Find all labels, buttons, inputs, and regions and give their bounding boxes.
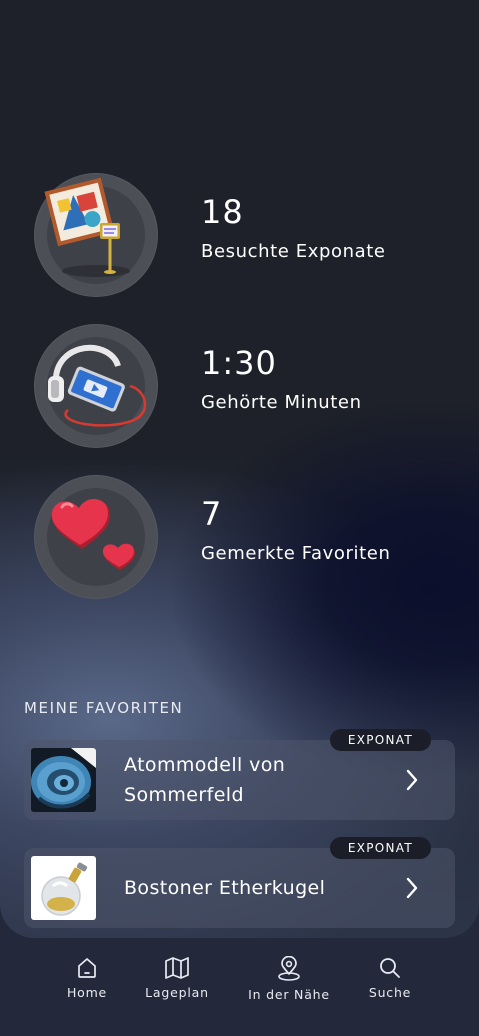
stat-value: 1:30 bbox=[201, 344, 277, 382]
tab-home[interactable]: Home bbox=[63, 956, 111, 1006]
tab-label: Lageplan bbox=[145, 985, 209, 1000]
stat-listened-minutes: 1:30 Gehörte Minuten bbox=[34, 324, 454, 448]
stat-saved-favorites: 7 Gemerkte Favoriten bbox=[34, 475, 454, 599]
favorite-card-ether-globe[interactable]: EXPONAT Bostoner Etherkugel bbox=[24, 837, 455, 928]
stat-label: Besuchte Exponate bbox=[201, 241, 386, 262]
exhibit-badge: EXPONAT bbox=[329, 837, 431, 859]
favorite-title: Atommodell von Sommerfeld bbox=[124, 750, 285, 810]
tab-lageplan[interactable]: Lageplan bbox=[140, 956, 214, 1006]
favorite-title-line: Sommerfeld bbox=[124, 784, 244, 806]
search-icon bbox=[380, 958, 400, 978]
chevron-right-icon[interactable] bbox=[405, 876, 419, 900]
stat-icon-circle bbox=[34, 173, 158, 297]
hearts-icon bbox=[51, 499, 135, 570]
ether-globe-thumbnail bbox=[31, 856, 96, 920]
tab-label: In der Nähe bbox=[248, 987, 330, 1002]
map-icon bbox=[165, 957, 189, 979]
atom-model-thumbnail bbox=[31, 748, 96, 812]
stat-label: Gemerkte Favoriten bbox=[201, 543, 391, 564]
tab-label: Suche bbox=[368, 985, 412, 1000]
favorite-title: Bostoner Etherkugel bbox=[124, 873, 325, 903]
favorite-title-line: Atommodell von bbox=[124, 754, 286, 776]
stat-icon-circle bbox=[34, 475, 158, 599]
tab-suche[interactable]: Suche bbox=[364, 956, 416, 1006]
favorite-title-line: Bostoner Etherkugel bbox=[124, 877, 326, 899]
stat-icon-circle bbox=[34, 324, 158, 448]
stats-screen: 18 Besuchte Exponate 1:30 Gehörte Minute… bbox=[0, 0, 479, 938]
favorites-section-title: MEINE FAVORITEN bbox=[24, 699, 184, 717]
location-pin-icon bbox=[278, 956, 300, 981]
stat-value: 18 bbox=[201, 193, 244, 231]
bottom-tab-bar: Home Lageplan In der Nähe Suche bbox=[0, 938, 479, 1036]
home-icon bbox=[78, 958, 96, 978]
tab-label: Home bbox=[66, 985, 108, 1000]
headphones-tablet-icon bbox=[48, 344, 147, 427]
favorite-card-atom-model[interactable]: EXPONAT Atommodell von Sommerfeld bbox=[24, 729, 455, 820]
chevron-right-icon[interactable] bbox=[405, 768, 419, 792]
stat-label: Gehörte Minuten bbox=[201, 392, 362, 413]
stat-visited-exhibits: 18 Besuchte Exponate bbox=[34, 173, 454, 297]
exhibit-badge: EXPONAT bbox=[329, 729, 431, 751]
stat-value: 7 bbox=[201, 495, 223, 533]
tab-in-der-naehe[interactable]: In der Nähe bbox=[245, 956, 333, 1006]
painting-easel-icon bbox=[44, 177, 130, 277]
